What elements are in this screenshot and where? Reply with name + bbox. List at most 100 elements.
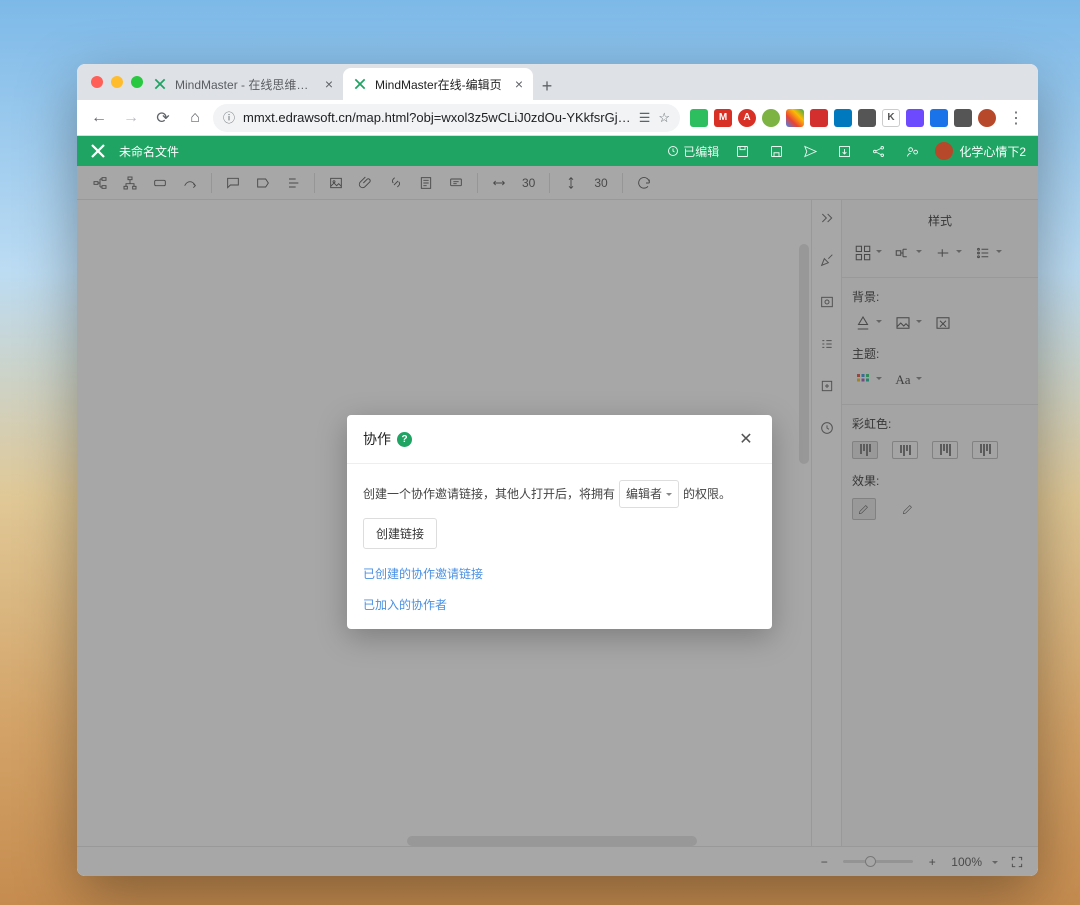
extension-icon[interactable]: M (714, 109, 732, 127)
zoom-dropdown-icon[interactable] (992, 861, 998, 867)
relation-icon[interactable] (177, 170, 203, 196)
rainbow-option-4[interactable] (972, 441, 998, 459)
file-name[interactable]: 未命名文件 (119, 143, 179, 160)
zoom-value[interactable]: 100% (951, 855, 982, 869)
export-icon[interactable] (833, 140, 855, 162)
note-icon[interactable] (413, 170, 439, 196)
rainbow-option-1[interactable] (852, 441, 878, 459)
fullscreen-button[interactable] (1008, 853, 1026, 871)
collaboration-modal: 协作 ? ✕ 创建一个协作邀请链接，其他人打开后，将拥有 编辑者 的权限。 创建… (347, 415, 772, 629)
outline-tab-icon[interactable] (815, 290, 839, 314)
site-info-icon[interactable]: ⓘ (223, 109, 235, 126)
user-menu[interactable]: 化学心情下2 (935, 142, 1026, 160)
extension-icon[interactable]: K (882, 109, 900, 127)
tag-icon[interactable] (250, 170, 276, 196)
nav-back-button[interactable]: ← (85, 104, 113, 132)
bookmark-star-icon[interactable]: ☆ (658, 110, 670, 126)
minimize-window-button[interactable] (111, 76, 123, 88)
comment-icon[interactable] (220, 170, 246, 196)
help-icon[interactable]: ? (397, 432, 412, 447)
summary-icon[interactable] (280, 170, 306, 196)
tab-close-icon[interactable]: × (325, 76, 333, 92)
save-status: 已编辑 (667, 143, 719, 160)
extension-icon[interactable] (930, 109, 948, 127)
extension-icon[interactable] (786, 109, 804, 127)
image-icon[interactable] (323, 170, 349, 196)
tab-close-icon[interactable]: × (515, 76, 523, 92)
share-icon[interactable] (867, 140, 889, 162)
bg-remove-icon[interactable] (932, 314, 954, 332)
extension-icon[interactable] (810, 109, 828, 127)
height-icon[interactable] (558, 170, 584, 196)
nav-home-button[interactable]: ⌂ (181, 104, 209, 132)
width-value[interactable]: 30 (516, 176, 541, 190)
extension-icon[interactable] (690, 109, 708, 127)
callout-icon[interactable] (443, 170, 469, 196)
new-tab-button[interactable]: + (533, 72, 561, 100)
user-name: 化学心情下2 (959, 143, 1026, 160)
save-icon[interactable] (731, 140, 753, 162)
close-window-button[interactable] (91, 76, 103, 88)
topic-icon[interactable] (147, 170, 173, 196)
refresh-icon[interactable] (631, 170, 657, 196)
nav-reload-button[interactable]: ⟳ (149, 104, 177, 132)
effect-pencil-icon[interactable] (852, 498, 876, 520)
trello-icon[interactable] (834, 109, 852, 127)
width-icon[interactable] (486, 170, 512, 196)
connector-style-icon[interactable] (932, 244, 954, 262)
zoom-out-button[interactable]: − (815, 853, 833, 871)
effect-brush-icon[interactable] (896, 498, 920, 520)
layout-org-icon[interactable] (117, 170, 143, 196)
bg-image-icon[interactable] (892, 314, 914, 332)
layout-style-icon[interactable] (852, 244, 874, 262)
list-style-icon[interactable] (972, 244, 994, 262)
browser-window: MindMaster - 在线思维导图 × MindMaster在线-编辑页 ×… (77, 64, 1038, 876)
horizontal-scrollbar[interactable] (407, 836, 697, 846)
style-tab-icon[interactable] (815, 248, 839, 272)
extension-icon[interactable] (906, 109, 924, 127)
extensions-row: M A K ⋮ (684, 104, 1030, 132)
tab-title: MindMaster在线-编辑页 (375, 76, 507, 93)
rainbow-option-2[interactable] (892, 441, 918, 459)
extension-icon[interactable] (954, 109, 972, 127)
browser-tab-0[interactable]: MindMaster - 在线思维导图 × (143, 68, 343, 100)
layout-tree-icon[interactable] (87, 170, 113, 196)
address-bar[interactable]: ⓘ mmxt.edrawsoft.cn/map.html?obj=wxol3z5… (213, 104, 680, 132)
modal-title: 协作 (363, 429, 391, 449)
link-icon[interactable] (383, 170, 409, 196)
extension-icon[interactable] (858, 109, 876, 127)
height-value[interactable]: 30 (588, 176, 613, 190)
created-links-link[interactable]: 已创建的协作邀请链接 (363, 565, 756, 582)
zoom-slider[interactable] (843, 860, 913, 863)
effect-label: 效果: (852, 472, 1028, 489)
collapse-panel-icon[interactable] (815, 206, 839, 230)
reader-mode-icon[interactable]: ☰ (639, 110, 651, 126)
theme-font-icon[interactable]: Aa (892, 371, 914, 389)
icon-tab-icon[interactable] (815, 374, 839, 398)
format-tab-icon[interactable] (815, 332, 839, 356)
browser-menu-button[interactable]: ⋮ (1002, 104, 1030, 132)
history-tab-icon[interactable] (815, 416, 839, 440)
browser-tab-1[interactable]: MindMaster在线-编辑页 × (343, 68, 533, 100)
rainbow-option-3[interactable] (932, 441, 958, 459)
branch-style-icon[interactable] (892, 244, 914, 262)
collaborators-link[interactable]: 已加入的协作者 (363, 596, 756, 613)
create-link-button[interactable]: 创建链接 (363, 518, 437, 549)
theme-color-icon[interactable] (852, 371, 874, 389)
profile-avatar[interactable] (978, 109, 996, 127)
vertical-scrollbar[interactable] (799, 244, 809, 464)
save-as-icon[interactable] (765, 140, 787, 162)
role-select[interactable]: 编辑者 (619, 480, 679, 508)
collaborate-icon[interactable] (901, 140, 923, 162)
send-icon[interactable] (799, 140, 821, 162)
extension-icon[interactable] (762, 109, 780, 127)
nav-forward-button[interactable]: → (117, 104, 145, 132)
modal-close-button[interactable]: ✕ (736, 429, 756, 449)
adblock-icon[interactable]: A (738, 109, 756, 127)
attachment-icon[interactable] (353, 170, 379, 196)
app-body: 30 30 (77, 166, 1038, 876)
bg-color-icon[interactable] (852, 314, 874, 332)
maximize-window-button[interactable] (131, 76, 143, 88)
favicon-icon (153, 77, 167, 91)
zoom-in-button[interactable]: + (923, 853, 941, 871)
